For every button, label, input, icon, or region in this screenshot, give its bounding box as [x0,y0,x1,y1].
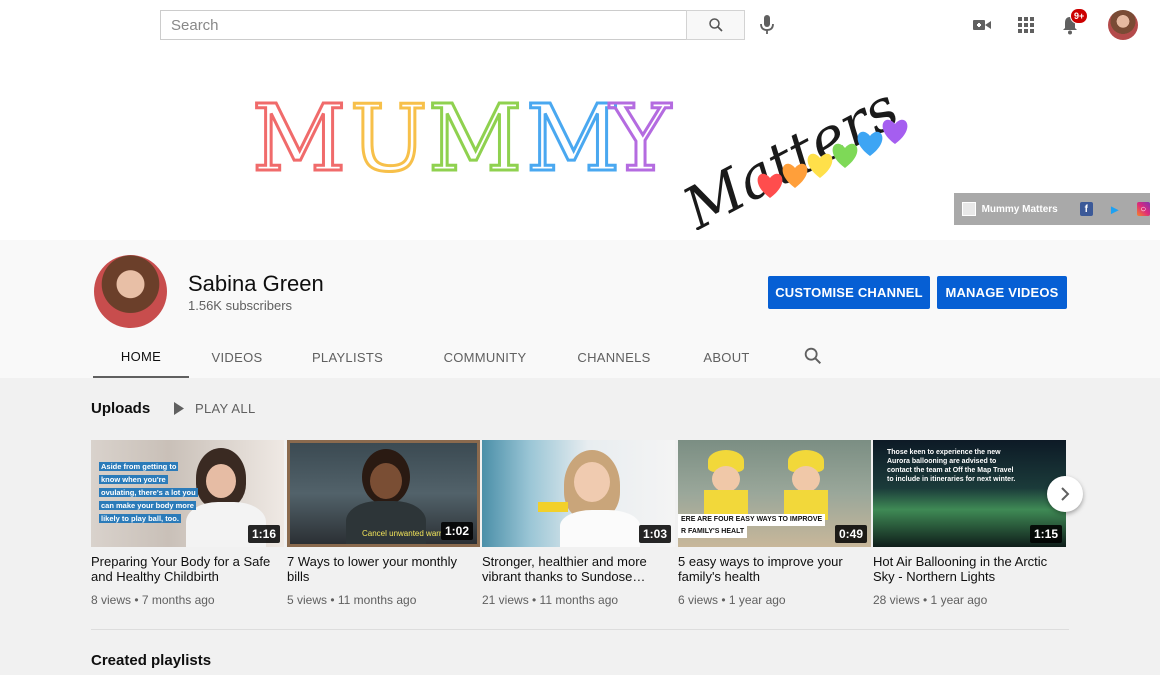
facebook-icon[interactable]: f [1079,202,1093,216]
video-camera-icon [973,20,991,30]
tab-home[interactable]: HOME [93,336,189,378]
tab-channels[interactable]: CHANNELS [560,336,668,378]
video-duration: 1:16 [247,525,280,543]
play-all-label: PLAY ALL [195,401,256,416]
account-avatar[interactable] [1108,10,1138,40]
video-thumbnail[interactable]: Cancel unwanted warr 1:02 [287,440,480,547]
video-meta: 8 views • 7 months ago [91,593,215,607]
video-meta: 21 views • 11 months ago [482,593,619,607]
video-thumbnail[interactable]: 1:03 [482,440,675,547]
tab-videos[interactable]: VIDEOS [189,336,285,378]
video-title[interactable]: Stronger, healthier and more vibrant tha… [482,555,675,584]
video-title[interactable]: 7 Ways to lower your monthly bills [287,555,480,584]
banner-letter: U [350,85,428,192]
create-video-button[interactable] [970,13,994,37]
microphone-icon [760,15,774,34]
manage-videos-button[interactable]: MANAGE VIDEOS [937,276,1067,309]
video-card: Those keen to experience the new Aurora … [873,440,1066,607]
notifications-button[interactable]: 9+ [1058,8,1089,37]
banner-social-links[interactable]: Mummy Matters f ► ○ [954,193,1150,225]
carousel-next-button[interactable] [1047,476,1083,512]
video-duration: 1:15 [1029,525,1062,543]
section-divider [91,629,1069,630]
banner-letter: M [428,85,522,192]
top-bar: 9+ [0,0,1160,52]
banner-letter: M [252,85,346,192]
video-duration: 0:49 [834,525,867,543]
channel-name: Sabina Green [188,271,324,296]
apps-grid-icon [1018,17,1034,33]
video-card: 1:03 Stronger, healthier and more vibran… [482,440,675,607]
video-card: Aside from getting to know when you're o… [91,440,284,607]
video-meta: 6 views • 1 year ago [678,593,786,607]
video-title[interactable]: 5 easy ways to improve your family's hea… [678,555,871,584]
customise-channel-button[interactable]: CUSTOMISE CHANNEL [768,276,930,309]
video-thumbnail[interactable]: Those keen to experience the new Aurora … [873,440,1066,547]
channel-tabs: HOME VIDEOS PLAYLISTS COMMUNITY CHANNELS… [93,336,785,378]
channel-header: Sabina Green 1.56K subscribers CUSTOMISE… [0,240,1160,378]
channel-logo-icon [962,202,976,216]
banner-letter: Y [608,85,672,192]
video-meta: 5 views • 11 months ago [287,593,417,607]
thumbnail-caption: ERE ARE FOUR EASY WAYS TO IMPROVE R FAMI… [678,514,826,538]
thumbnail-caption: Aside from getting to know when you're o… [99,462,198,523]
video-card: ERE ARE FOUR EASY WAYS TO IMPROVE R FAMI… [678,440,871,607]
twitter-icon[interactable]: ► [1108,202,1122,217]
chevron-right-icon [1061,487,1070,501]
thumbnail-caption: Cancel unwanted warr [362,529,442,538]
play-icon [174,402,184,415]
thumbnail-caption: Those keen to experience the new Aurora … [887,449,1016,483]
video-thumbnail[interactable]: ERE ARE FOUR EASY WAYS TO IMPROVE R FAMI… [678,440,871,547]
banner-logo-art: M U M M Y Matters [251,74,910,230]
tab-playlists[interactable]: PLAYLISTS [285,336,410,378]
channel-search-icon[interactable] [802,345,824,367]
channel-avatar[interactable] [94,255,167,328]
voice-search-button[interactable] [755,12,779,38]
uploads-heading[interactable]: Uploads [91,400,150,417]
tab-community[interactable]: COMMUNITY [410,336,560,378]
notification-badge: 9+ [1070,8,1089,24]
video-duration: 1:03 [638,525,671,543]
video-card: Cancel unwanted warr 1:02 7 Ways to lowe… [287,440,480,607]
play-all-button[interactable]: PLAY ALL [173,401,255,416]
search-button[interactable] [686,10,745,40]
search-input[interactable] [160,10,686,40]
video-title[interactable]: Preparing Your Body for a Safe and Healt… [91,555,284,584]
video-meta: 28 views • 1 year ago [873,593,988,607]
channel-banner: M U M M Y Matters Mummy Matters f ► ○ [0,52,1160,240]
banner-letter: M [526,85,620,192]
created-playlists-heading[interactable]: Created playlists [91,652,211,669]
video-thumbnail[interactable]: Aside from getting to know when you're o… [91,440,284,547]
search-box [160,10,745,40]
subscriber-count: 1.56K subscribers [188,298,293,313]
tab-about[interactable]: ABOUT [668,336,785,378]
video-duration: 1:02 [440,522,473,540]
search-icon [708,18,723,32]
banner-links-label: Mummy Matters [981,203,1058,215]
video-title[interactable]: Hot Air Ballooning in the Arctic Sky - N… [873,555,1066,584]
apps-button[interactable] [1014,13,1038,37]
instagram-icon[interactable]: ○ [1136,202,1150,216]
